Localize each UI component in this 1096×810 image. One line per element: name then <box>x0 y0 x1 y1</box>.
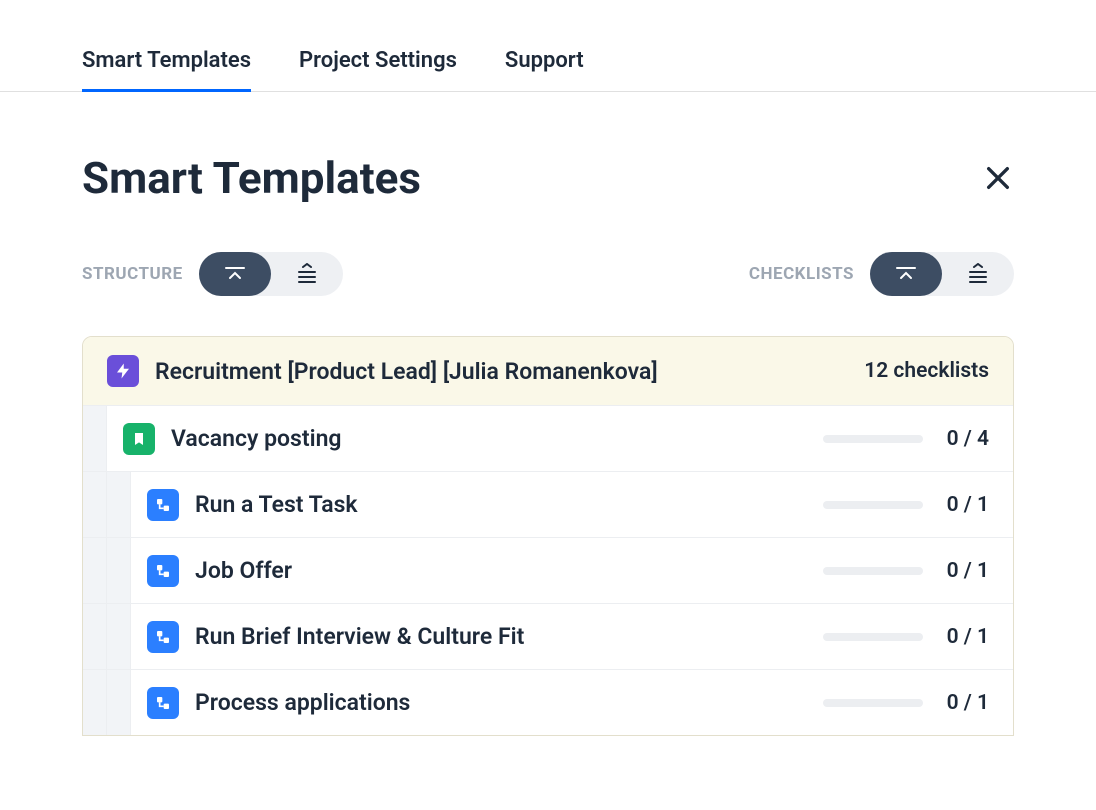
group-title: Recruitment [Product Lead] [Julia Romane… <box>155 358 848 385</box>
subtask-icon <box>147 555 179 587</box>
template-group: Recruitment [Product Lead] [Julia Romane… <box>82 336 1014 736</box>
row-counter: 0 / 1 <box>939 493 989 517</box>
close-button[interactable] <box>982 162 1014 194</box>
row-counter: 0 / 1 <box>939 625 989 649</box>
subtask-icon <box>147 687 179 719</box>
row-counter: 0 / 1 <box>939 559 989 583</box>
expand-list-icon <box>965 263 991 285</box>
indent-bar <box>83 604 107 669</box>
indent-bar <box>83 472 107 537</box>
tab-support[interactable]: Support <box>505 0 584 92</box>
row-title: Process applications <box>195 689 807 716</box>
template-row[interactable]: Process applications 0 / 1 <box>83 669 1013 735</box>
checklists-toggle <box>870 252 1014 296</box>
collapse-up-icon <box>893 264 919 284</box>
row-counter: 0 / 4 <box>939 427 989 451</box>
indent-bar <box>107 472 131 537</box>
row-counter: 0 / 1 <box>939 691 989 715</box>
row-title: Vacancy posting <box>171 425 807 452</box>
subtask-icon <box>147 621 179 653</box>
checklists-collapse-button[interactable] <box>870 252 942 296</box>
collapse-up-icon <box>222 264 248 284</box>
row-title: Job Offer <box>195 557 807 584</box>
structure-label: STRUCTURE <box>82 264 183 284</box>
template-row[interactable]: Run Brief Interview & Culture Fit 0 / 1 <box>83 603 1013 669</box>
indent-bar <box>83 406 107 471</box>
indent-bar <box>107 604 131 669</box>
progress-bar <box>823 567 923 575</box>
template-rows: Vacancy posting 0 / 4 <box>83 405 1013 735</box>
tab-project-settings[interactable]: Project Settings <box>299 0 457 92</box>
tab-smart-templates[interactable]: Smart Templates <box>82 0 251 92</box>
structure-collapse-button[interactable] <box>199 252 271 296</box>
checklists-expand-button[interactable] <box>942 252 1014 296</box>
page-title: Smart Templates <box>82 152 421 204</box>
progress-bar <box>823 699 923 707</box>
template-row[interactable]: Job Offer 0 / 1 <box>83 537 1013 603</box>
progress-bar <box>823 435 923 443</box>
indent-bar <box>83 538 107 603</box>
indent-bar <box>107 538 131 603</box>
lightning-icon <box>107 355 139 387</box>
structure-expand-button[interactable] <box>271 252 343 296</box>
template-row[interactable]: Vacancy posting 0 / 4 <box>83 405 1013 471</box>
progress-bar <box>823 501 923 509</box>
checklists-label: CHECKLISTS <box>749 264 854 284</box>
row-title: Run a Test Task <box>195 491 807 518</box>
subtask-icon <box>147 489 179 521</box>
group-header[interactable]: Recruitment [Product Lead] [Julia Romane… <box>83 337 1013 405</box>
row-title: Run Brief Interview & Culture Fit <box>195 623 807 650</box>
indent-bar <box>107 670 131 735</box>
group-checklist-count: 12 checklists <box>864 359 989 383</box>
structure-toggle <box>199 252 343 296</box>
close-icon <box>982 162 1014 194</box>
bookmark-icon <box>123 423 155 455</box>
indent-bar <box>83 670 107 735</box>
expand-list-icon <box>294 263 320 285</box>
tab-bar: Smart Templates Project Settings Support <box>0 0 1096 92</box>
template-row[interactable]: Run a Test Task 0 / 1 <box>83 471 1013 537</box>
progress-bar <box>823 633 923 641</box>
